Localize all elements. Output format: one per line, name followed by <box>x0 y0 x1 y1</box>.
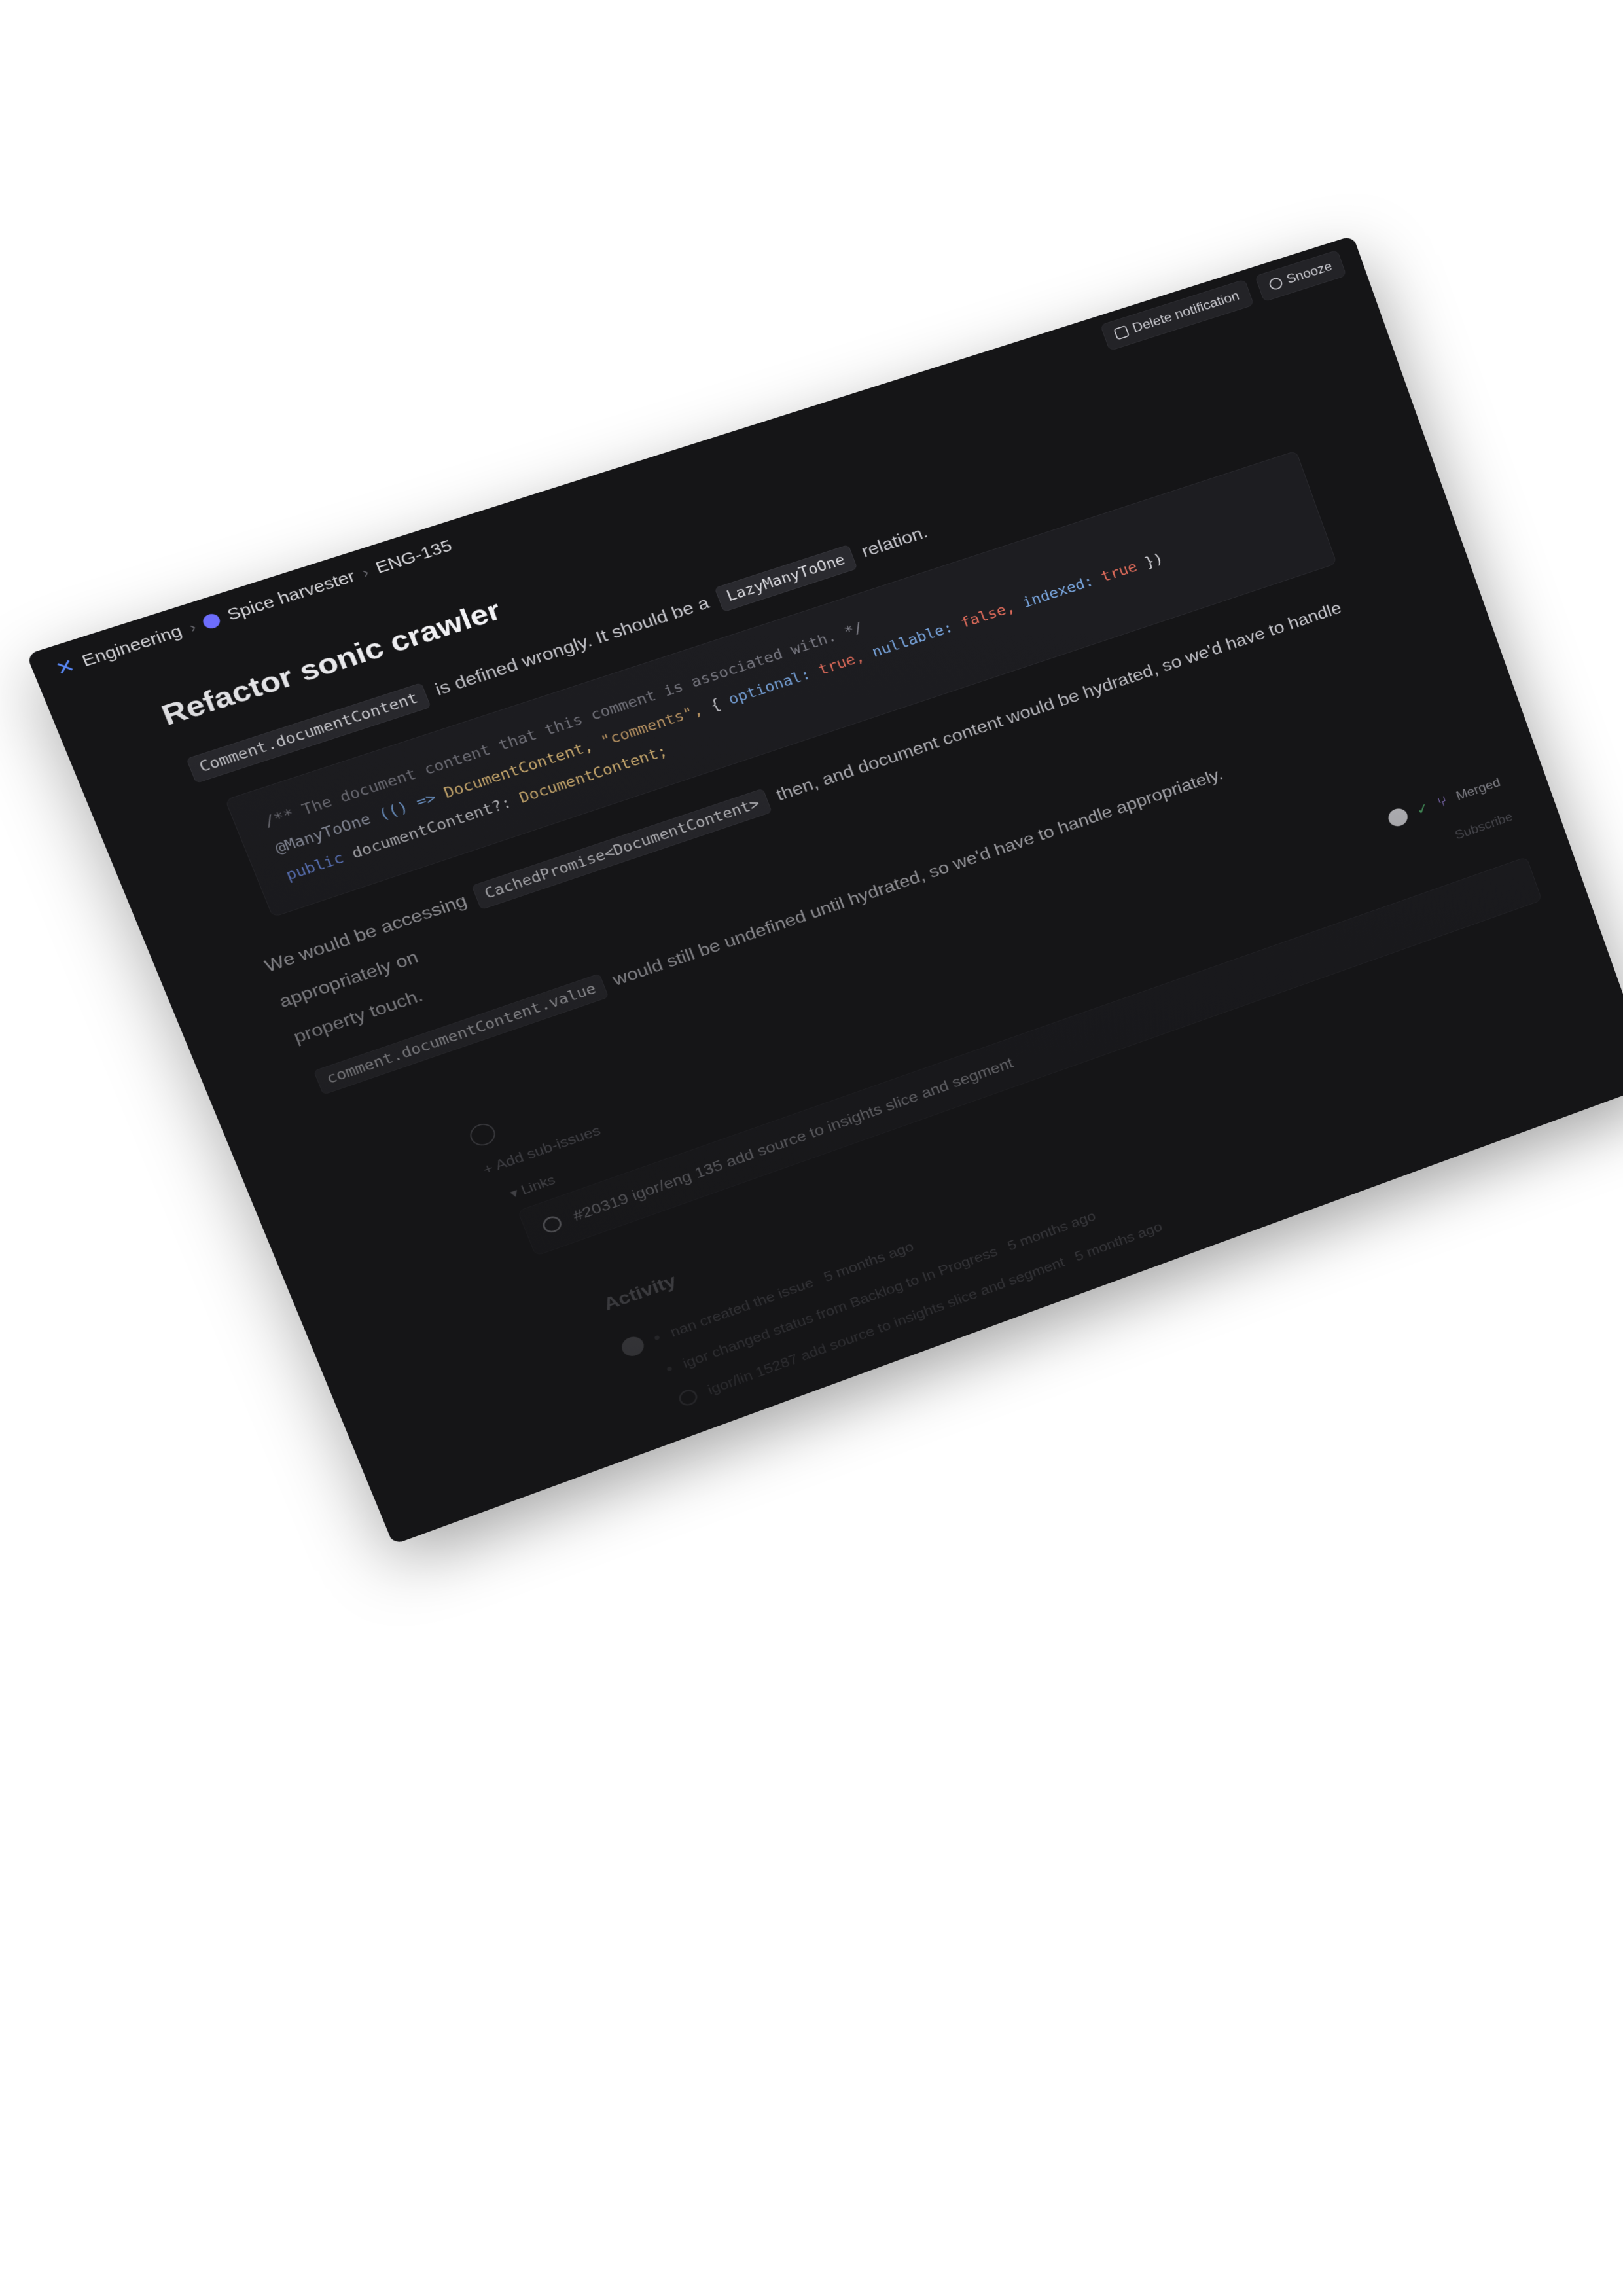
merge-icon: ⑂ <box>1435 793 1450 811</box>
emoji-reaction-icon[interactable] <box>467 1121 498 1149</box>
code-brace: { <box>708 696 723 714</box>
timeline-dot <box>654 1335 660 1340</box>
project-icon <box>201 612 223 630</box>
delete-notification-label: Delete notification <box>1131 289 1241 336</box>
clock-icon <box>1268 276 1283 291</box>
snooze-button[interactable]: Snooze <box>1255 250 1347 302</box>
breadcrumb-issue[interactable]: ENG-135 <box>373 537 455 578</box>
avatar <box>619 1334 647 1359</box>
breadcrumb-team[interactable]: Engineering <box>79 622 185 671</box>
trash-icon <box>1113 325 1130 340</box>
check-icon: ✓ <box>1414 799 1431 818</box>
paragraph-text: relation. <box>859 522 930 561</box>
timeline-dot <box>666 1366 672 1371</box>
spacer <box>647 1405 668 1412</box>
top-actions: Delete notification Snooze <box>1100 250 1347 351</box>
stage: ✕ Engineering › Spice harvester › ENG-13… <box>0 0 1623 2296</box>
code-value: true <box>1099 559 1139 585</box>
team-icon: ✕ <box>52 655 79 681</box>
merge-label: Merged <box>1454 776 1503 804</box>
issue-window: ✕ Engineering › Spice harvester › ENG-13… <box>26 236 1623 1545</box>
chevron-right-icon: › <box>360 564 372 581</box>
delete-notification-button[interactable]: Delete notification <box>1100 279 1254 351</box>
avatar <box>1386 806 1410 829</box>
spacer <box>635 1374 656 1381</box>
breadcrumb-project[interactable]: Spice harvester <box>224 567 358 624</box>
code-keyword: public <box>283 850 346 884</box>
code-arrow: (() => <box>376 789 438 823</box>
code-value: false, <box>959 600 1017 632</box>
github-icon <box>677 1388 700 1408</box>
github-icon <box>541 1214 564 1235</box>
code-key: indexed: <box>1020 573 1096 611</box>
snooze-label: Snooze <box>1285 259 1334 287</box>
code-key: nullable: <box>870 620 955 661</box>
chevron-right-icon: › <box>187 619 198 636</box>
code-brace: }) <box>1143 550 1166 571</box>
code-value: true, <box>816 649 866 678</box>
